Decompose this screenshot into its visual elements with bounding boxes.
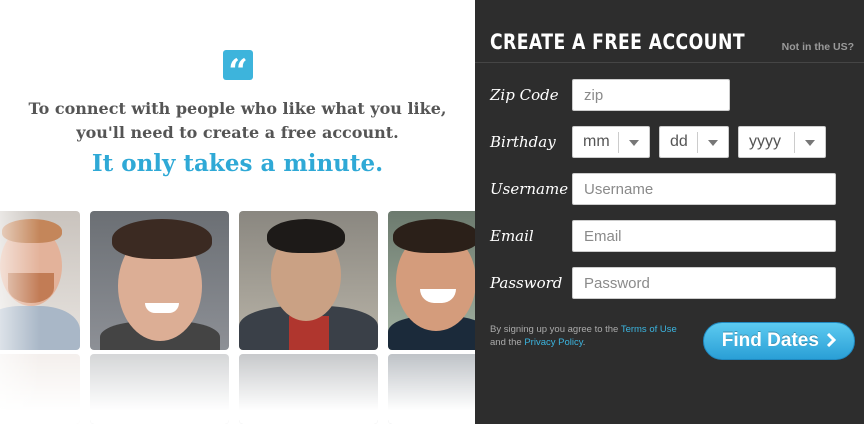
chevron-down-icon bbox=[708, 140, 718, 146]
chevron-down-icon bbox=[629, 140, 639, 146]
member-photo bbox=[239, 211, 378, 350]
quote-icon: “ bbox=[223, 50, 253, 92]
chevron-right-icon bbox=[827, 332, 837, 348]
chevron-down-icon bbox=[805, 140, 815, 146]
photo-reflection bbox=[388, 354, 475, 424]
tagline: It only takes a minute. bbox=[91, 150, 384, 177]
birth-year-value: yyyy bbox=[749, 133, 781, 150]
birth-day-select[interactable]: dd bbox=[659, 126, 729, 158]
select-divider bbox=[794, 132, 795, 153]
privacy-link[interactable]: Privacy Policy bbox=[524, 337, 582, 348]
zip-label: Zip Code bbox=[490, 86, 559, 104]
legal-prefix: By signing up you agree to the bbox=[490, 324, 621, 335]
username-input[interactable] bbox=[572, 173, 836, 205]
not-in-us-link[interactable]: Not in the US? bbox=[782, 41, 854, 53]
signup-title: CREATE A FREE ACCOUNT bbox=[490, 30, 746, 54]
password-label: Password bbox=[490, 274, 563, 292]
email-input[interactable] bbox=[572, 220, 836, 252]
birth-month-select[interactable]: mm bbox=[572, 126, 650, 158]
intro-line-1: To connect with people who like what you… bbox=[28, 99, 447, 118]
select-divider bbox=[618, 132, 619, 153]
username-label: Username bbox=[490, 180, 569, 198]
birth-year-select[interactable]: yyyy bbox=[738, 126, 826, 158]
intro-text: To connect with people who like what you… bbox=[0, 97, 475, 145]
zip-input[interactable] bbox=[572, 79, 730, 111]
terms-link[interactable]: Terms of Use bbox=[621, 324, 677, 335]
edge-fade bbox=[0, 200, 40, 424]
member-photo bbox=[90, 211, 229, 350]
member-photo bbox=[388, 211, 475, 350]
signup-panel: CREATE A FREE ACCOUNT Not in the US? Zip… bbox=[475, 0, 864, 424]
legal-mid: and the bbox=[490, 337, 525, 348]
signup-header: CREATE A FREE ACCOUNT Not in the US? bbox=[475, 0, 864, 63]
photo-reflection bbox=[90, 354, 229, 424]
password-input[interactable] bbox=[572, 267, 836, 299]
legal-text: By signing up you agree to the Terms of … bbox=[490, 323, 690, 349]
email-label: Email bbox=[490, 227, 534, 245]
intro-line-2: you'll need to create a free account. bbox=[76, 123, 399, 142]
legal-suffix: . bbox=[582, 337, 586, 348]
birth-day-value: dd bbox=[670, 133, 688, 150]
select-divider bbox=[697, 132, 698, 153]
intro-panel: “ To connect with people who like what y… bbox=[0, 0, 475, 424]
birth-month-value: mm bbox=[583, 133, 610, 150]
find-dates-label: Find Dates bbox=[721, 330, 819, 351]
photo-reflection bbox=[239, 354, 378, 424]
birthday-label: Birthday bbox=[490, 133, 556, 151]
find-dates-button[interactable]: Find Dates bbox=[703, 322, 855, 360]
